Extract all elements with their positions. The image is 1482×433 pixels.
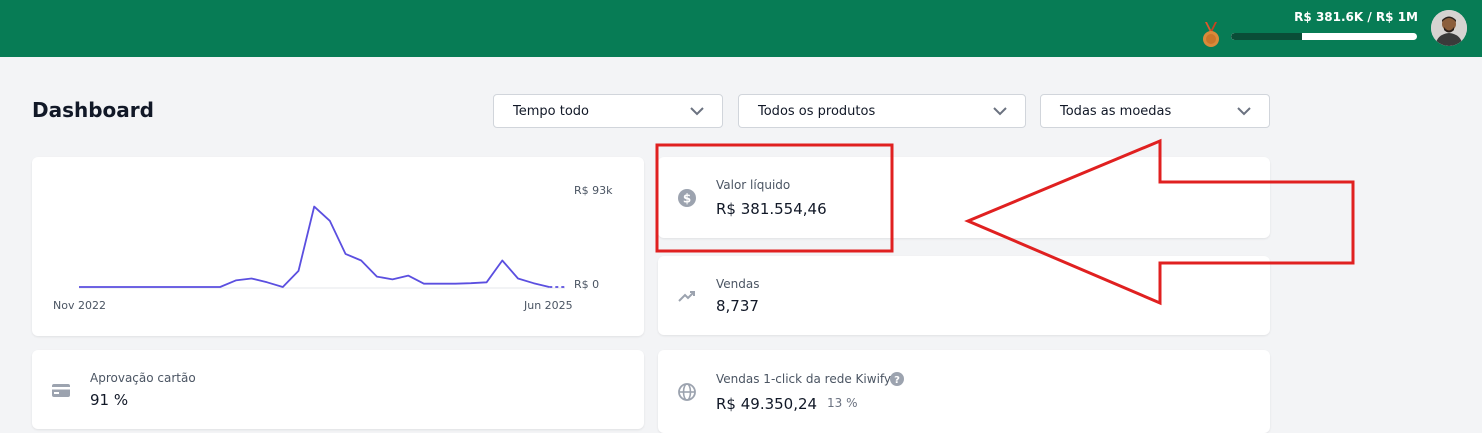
chart-point[interactable] xyxy=(183,281,195,293)
sales-card: Vendas 8,737 xyxy=(658,256,1270,335)
globe-icon xyxy=(678,383,696,401)
page-title: Dashboard xyxy=(32,98,154,122)
revenue-goal-progress xyxy=(1231,33,1417,40)
chart-point[interactable] xyxy=(104,281,116,293)
x-axis-end-label: Jun 2025 xyxy=(524,299,573,312)
products-select-value: Todos os produtos xyxy=(758,104,876,119)
dollar-coin-icon: $ xyxy=(678,189,696,207)
chart-point[interactable] xyxy=(120,281,132,293)
sales-label: Vendas xyxy=(716,277,760,291)
chart-point[interactable] xyxy=(230,274,242,286)
chart-point[interactable] xyxy=(512,272,524,284)
chart-point[interactable] xyxy=(324,215,336,227)
chart-series-line xyxy=(79,205,550,288)
chart-point[interactable] xyxy=(355,255,367,267)
currencies-select-value: Todas as moedas xyxy=(1060,104,1172,119)
revenue-goal-progress-fill xyxy=(1231,33,1302,40)
chart-point[interactable] xyxy=(481,276,493,288)
chart-point[interactable] xyxy=(73,281,85,293)
card-approval-card: Aprovação cartão 91 % xyxy=(32,350,644,429)
chart-point[interactable] xyxy=(465,277,477,289)
period-select-value: Tempo todo xyxy=(513,104,589,119)
revenue-chart-card: R$ 93k R$ 0 Nov 2022 Jun 2025 xyxy=(32,157,644,336)
kiwify-network-amount: R$ 49.350,24 xyxy=(716,395,818,413)
chart-point[interactable] xyxy=(371,271,383,283)
card-approval-rate: 91 % xyxy=(90,391,129,409)
chart-point[interactable] xyxy=(214,281,226,293)
chevron-down-icon xyxy=(690,107,704,116)
products-select[interactable]: Todos os produtos xyxy=(738,94,1026,128)
currencies-select[interactable]: Todas as moedas xyxy=(1040,94,1270,128)
bronze-medal-icon xyxy=(1203,22,1219,47)
sales-count: 8,737 xyxy=(716,297,759,315)
chart-point[interactable] xyxy=(496,255,508,267)
chart-point[interactable] xyxy=(402,270,414,282)
chart-point[interactable] xyxy=(528,277,540,289)
chart-point[interactable] xyxy=(434,278,446,290)
chevron-down-icon xyxy=(1237,107,1251,116)
kiwify-network-card: Vendas 1-click da rede Kiwify ? R$ 49.35… xyxy=(658,350,1270,433)
net-value-label: Valor líquido xyxy=(716,178,791,192)
chart-point[interactable] xyxy=(136,281,148,293)
chart-point[interactable] xyxy=(449,278,461,290)
chart-point[interactable] xyxy=(261,276,273,288)
chevron-down-icon xyxy=(993,107,1007,116)
x-axis-start-label: Nov 2022 xyxy=(53,299,106,312)
user-avatar[interactable] xyxy=(1431,10,1467,46)
svg-text:?: ? xyxy=(894,375,900,386)
chart-point[interactable] xyxy=(245,272,257,284)
revenue-goal-text: R$ 381.6K / R$ 1M xyxy=(1294,10,1418,24)
chart-point[interactable] xyxy=(387,273,399,285)
card-approval-label: Aprovação cartão xyxy=(90,371,196,385)
net-value-card: $ Valor líquido R$ 381.554,46 xyxy=(658,157,1270,238)
chart-point[interactable] xyxy=(308,201,320,213)
credit-card-icon xyxy=(52,384,70,397)
svg-text:$: $ xyxy=(683,192,691,206)
kiwify-network-label: Vendas 1-click da rede Kiwify xyxy=(716,372,892,386)
period-select[interactable]: Tempo todo xyxy=(493,94,723,128)
chart-point[interactable] xyxy=(198,281,210,293)
chart-point[interactable] xyxy=(89,281,101,293)
top-bar: R$ 381.6K / R$ 1M xyxy=(0,0,1482,57)
chart-point[interactable] xyxy=(167,281,179,293)
chart-point[interactable] xyxy=(277,281,289,293)
chart-point[interactable] xyxy=(559,281,571,293)
net-value-amount: R$ 381.554,46 xyxy=(716,200,827,218)
chart-point[interactable] xyxy=(543,281,555,293)
chart-point[interactable] xyxy=(340,248,352,260)
question-circle-icon[interactable]: ? xyxy=(890,372,904,386)
y-axis-max-label: R$ 93k xyxy=(574,184,613,197)
trending-up-icon xyxy=(678,291,695,302)
chart-point[interactable] xyxy=(151,281,163,293)
kiwify-network-percent: 13 % xyxy=(827,396,858,410)
avatar-image xyxy=(1431,10,1467,46)
y-axis-min-label: R$ 0 xyxy=(574,278,600,291)
chart-point[interactable] xyxy=(292,265,304,277)
chart-point[interactable] xyxy=(418,278,430,290)
